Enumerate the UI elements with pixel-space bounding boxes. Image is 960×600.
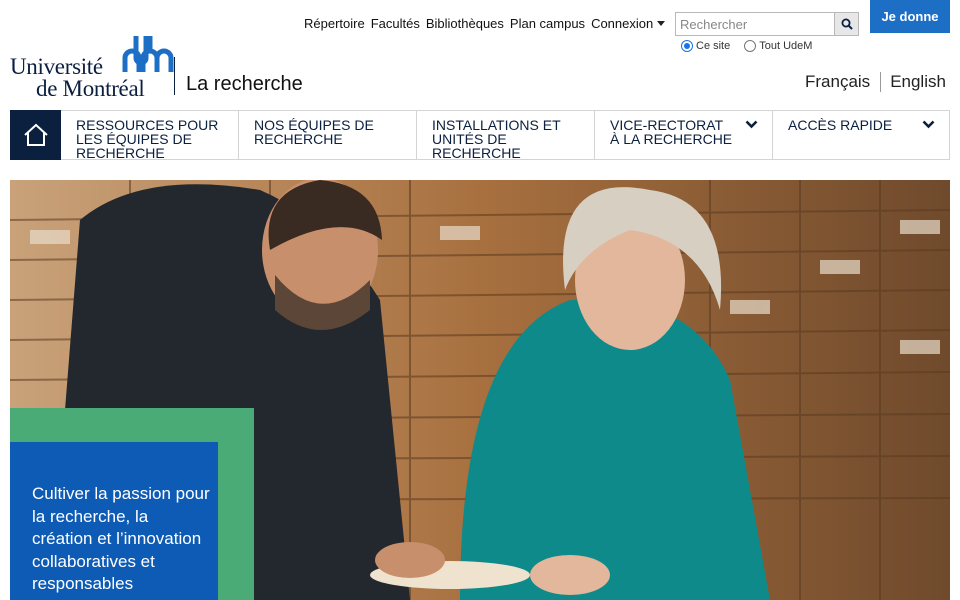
utility-nav: Répertoire Facultés Bibliothèques Plan c… [304,16,666,31]
donate-button[interactable]: Je donne [870,0,950,33]
lang-divider [880,72,882,92]
lang-english[interactable]: English [890,72,946,92]
university-logo[interactable]: Université de Montréal [10,36,174,101]
nav-item-label: Installations et unités de recherche [432,117,561,161]
nav-item-installations[interactable]: Installations et unités de recherche [417,111,595,161]
nav-item-label: Nos équipes de recherche [254,117,374,147]
scope-label: Ce site [696,40,731,52]
connexion-dropdown[interactable]: Connexion [591,16,666,31]
utility-link-bibliotheques[interactable]: Bibliothèques [426,16,504,31]
connexion-label: Connexion [591,16,654,31]
home-button[interactable] [10,110,61,160]
nav-item-label: Accès rapide [788,117,893,133]
scope-option-ce-site[interactable]: Ce site [681,40,730,52]
search-scope: Ce site Tout UdeM [681,40,812,52]
site-name[interactable]: La recherche [186,73,303,96]
radio-unselected[interactable] [744,40,757,52]
search-button[interactable] [835,12,859,36]
nav-item-acces-rapide[interactable]: Accès rapide [773,111,949,159]
hero-tagline: Cultiver la passion pour la recherche, l… [32,484,210,593]
radio-selected[interactable] [681,40,693,52]
nav-item-vice-rectorat[interactable]: Vice-rectorat à la recherche [595,111,773,159]
logo-text-line2: de Montréal [36,76,145,101]
search-form [675,12,859,36]
scope-label: Tout UdeM [759,40,813,52]
utility-link-plan-campus[interactable]: Plan campus [510,16,585,31]
utility-link-facultes[interactable]: Facultés [371,16,420,31]
nav-item-equipes[interactable]: Nos équipes de recherche [239,111,417,159]
lang-francais[interactable]: Français [805,72,870,92]
home-icon [23,123,48,146]
language-switcher: Français English [805,72,946,92]
chevron-down-icon[interactable] [922,120,935,129]
nav-item-label: Vice-rectorat à la recherche [610,117,733,147]
search-input[interactable] [675,12,835,36]
nav-item-label: Ressources pour les équipes de recherche [76,117,219,161]
main-nav: Ressources pour les équipes de recherche… [10,110,950,160]
logo-divider [174,57,175,95]
caret-down-icon [657,21,666,26]
chevron-down-icon[interactable] [745,120,758,129]
udem-mark-icon [122,36,174,72]
search-icon [841,18,853,30]
utility-link-repertoire[interactable]: Répertoire [304,16,365,31]
nav-item-ressources[interactable]: Ressources pour les équipes de recherche [61,111,239,161]
scope-option-tout-udem[interactable]: Tout UdeM [744,40,812,52]
